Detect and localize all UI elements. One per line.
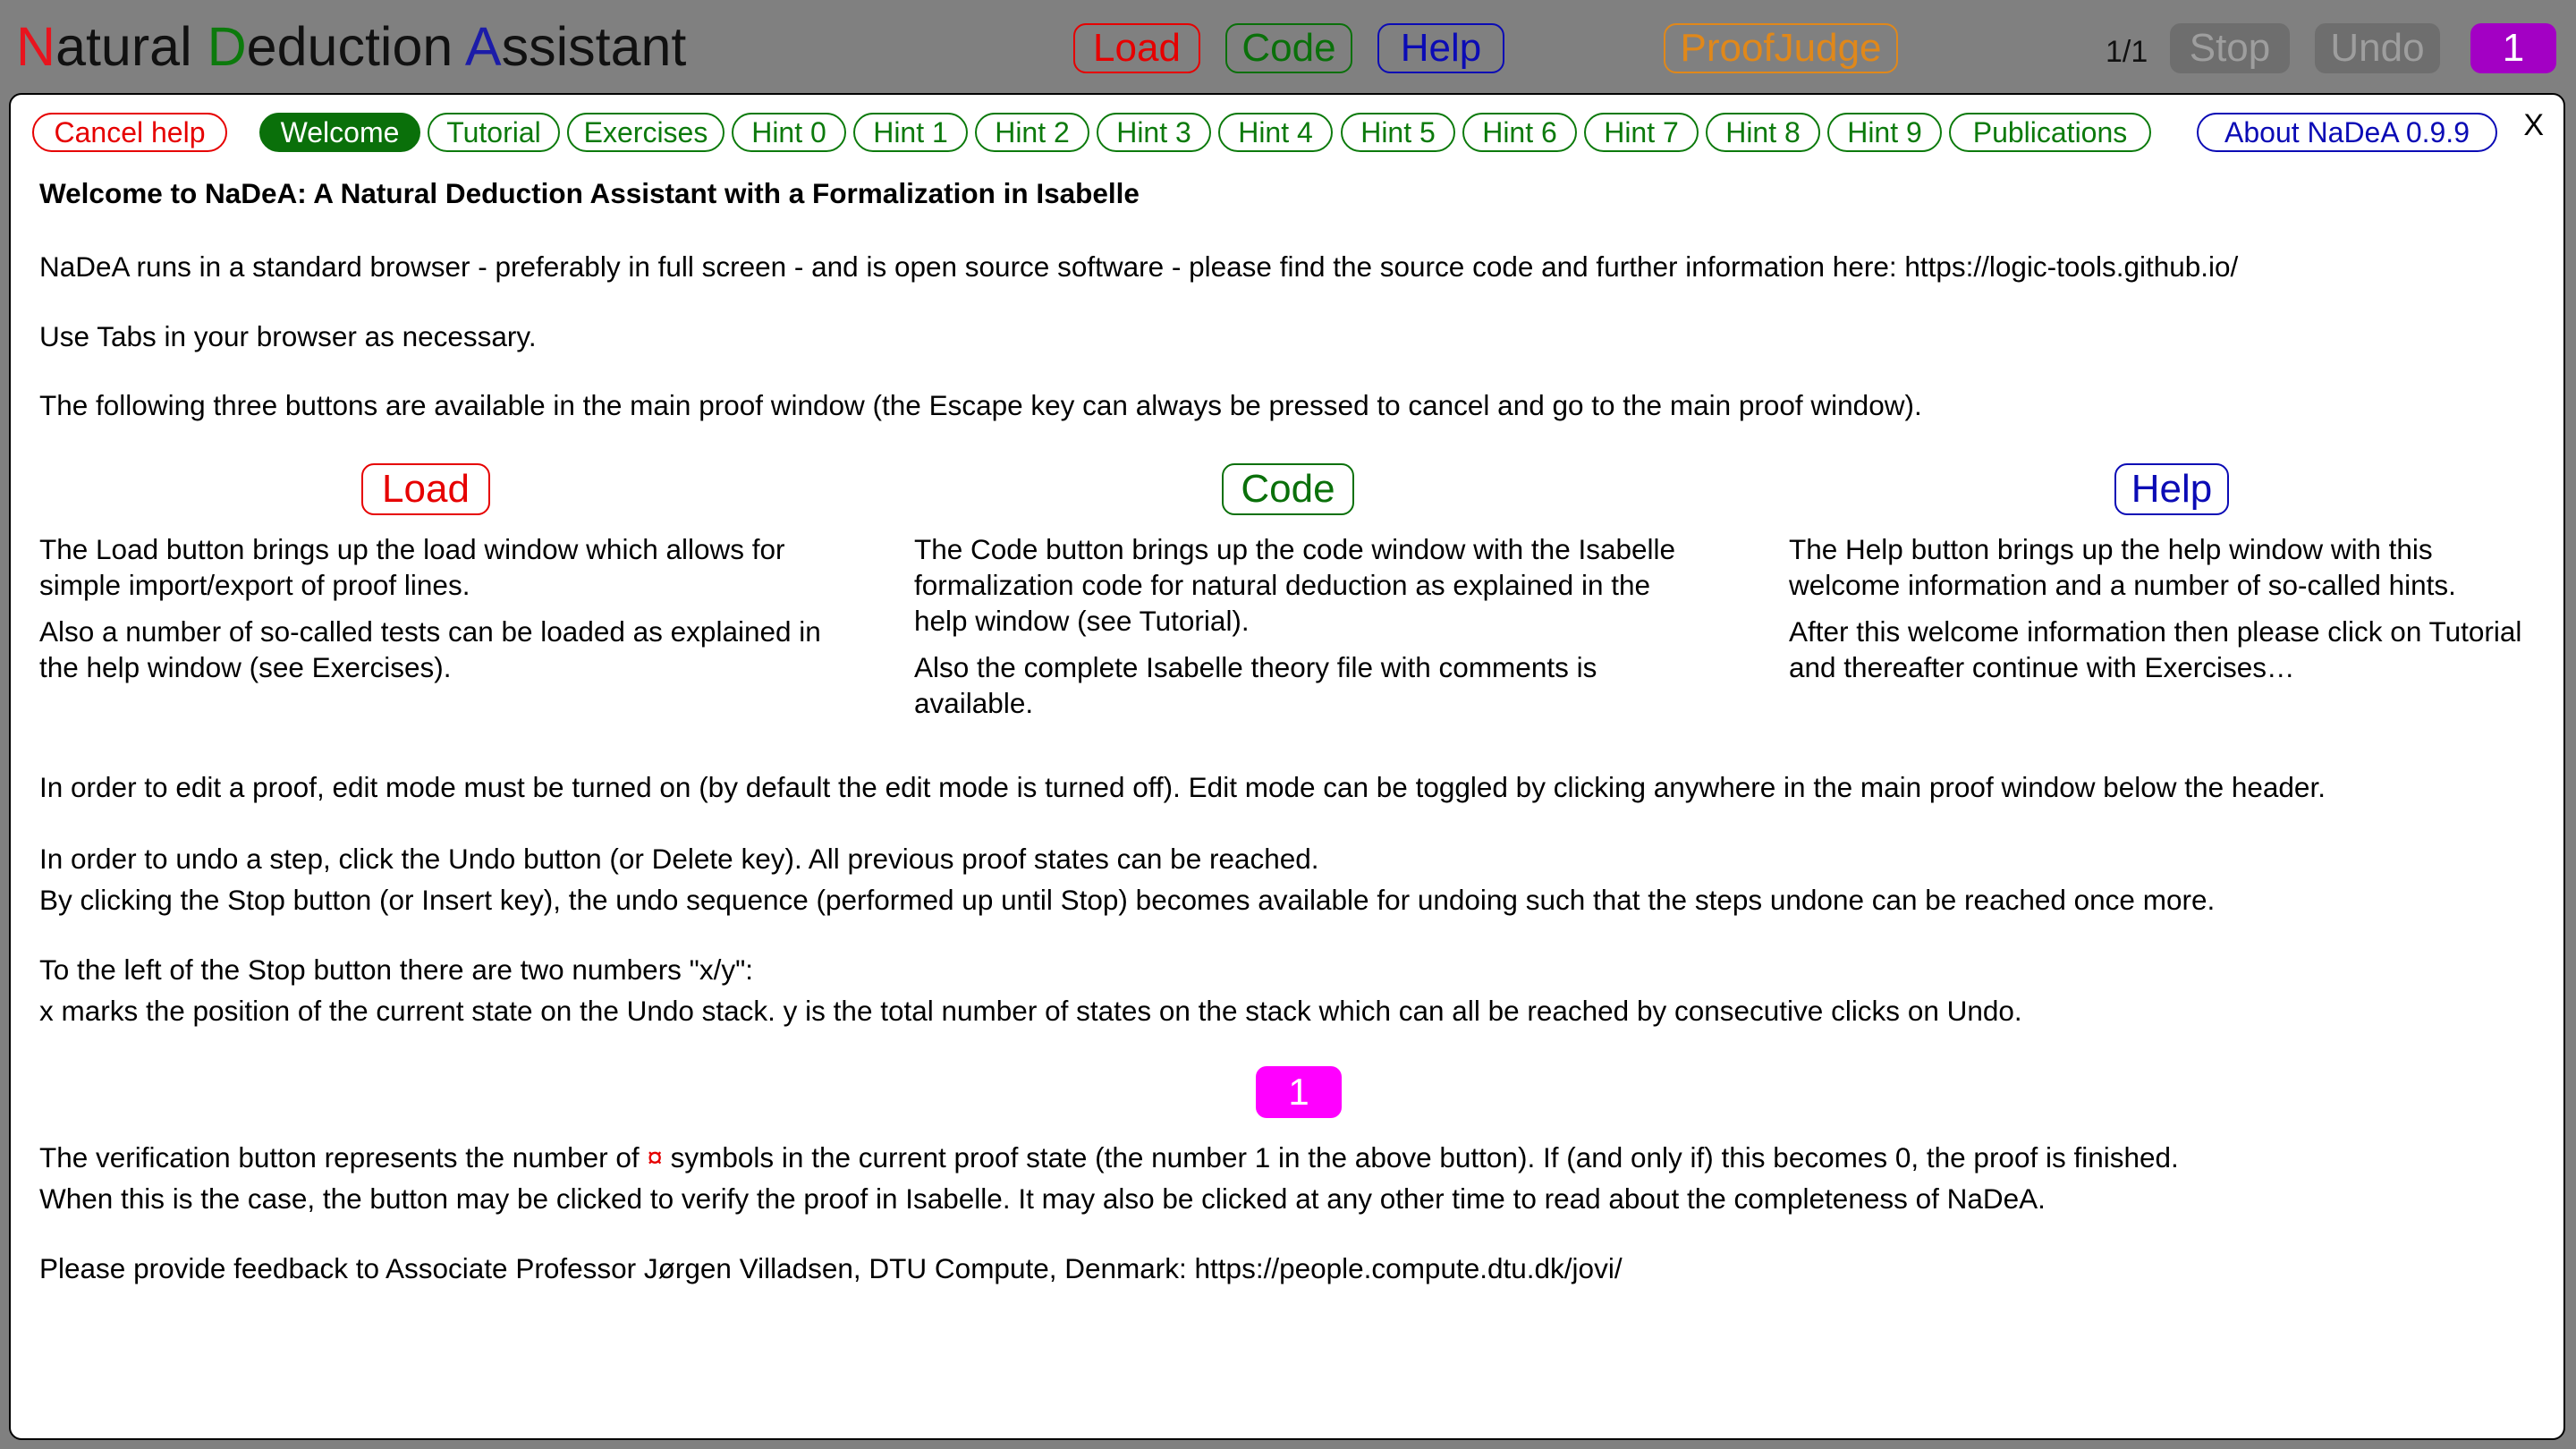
help-button[interactable]: Help (1377, 23, 1504, 73)
undo-text-2: By clicking the Stop button (or Insert k… (39, 884, 2216, 916)
help-description-p1: The Help button brings up the help windo… (1789, 533, 2456, 601)
load-button[interactable]: Load (1073, 23, 1200, 73)
close-help-button[interactable]: X (2523, 107, 2544, 143)
verify-text-2: When this is the case, the button may be… (39, 1182, 2046, 1215)
verify-text-1b: symbols in the current proof state (the … (662, 1141, 2179, 1174)
stop-button[interactable]: Stop (2170, 23, 2290, 73)
tabs-note-text: Use Tabs in your browser as necessary. (39, 320, 537, 352)
xy-text-1: To the left of the Stop button there are… (39, 953, 754, 986)
welcome-load-button[interactable]: Load (361, 463, 490, 515)
welcome-code-button[interactable]: Code (1222, 463, 1354, 515)
tab-hint-6[interactable]: Hint 6 (1462, 113, 1577, 152)
tab-cancel-help[interactable]: Cancel help (32, 113, 227, 152)
welcome-heading: Welcome to NaDeA: A Natural Deduction As… (39, 177, 1140, 209)
code-description-p1: The Code button brings up the code windo… (914, 533, 1676, 637)
verify-text-1a: The verification button represents the n… (39, 1141, 648, 1174)
help-panel: Cancel help Welcome Tutorial Exercises H… (9, 93, 2565, 1440)
load-description: The Load button brings up the load windo… (39, 531, 826, 696)
app-title: Natural Deduction Assistant (16, 13, 686, 80)
code-description-p2: Also the complete Isabelle theory file w… (914, 651, 1597, 719)
app-window: Natural Deduction Assistant Load Code He… (0, 0, 2576, 1449)
title-letter-d: D (207, 16, 247, 77)
title-word-atural: atural (55, 16, 208, 77)
load-description-p2: Also a number of so-called tests can be … (39, 615, 821, 683)
tab-hint-7[interactable]: Hint 7 (1584, 113, 1699, 152)
tab-publications[interactable]: Publications (1949, 113, 2151, 152)
feedback-text: Please provide feedback to Associate Pro… (39, 1252, 1623, 1284)
help-tab-bar: Cancel help Welcome Tutorial Exercises H… (11, 95, 2563, 166)
currency-symbol: ¤ (647, 1141, 663, 1174)
load-description-p1: The Load button brings up the load windo… (39, 533, 785, 601)
tab-welcome[interactable]: Welcome (259, 113, 420, 152)
xy-text-2: x marks the position of the current stat… (39, 995, 2022, 1027)
title-letter-n: N (16, 16, 56, 77)
welcome-verify-button[interactable]: 1 (1256, 1066, 1342, 1118)
buttons-intro-text: The following three buttons are availabl… (39, 389, 1922, 421)
help-description: The Help button brings up the help windo… (1789, 531, 2531, 696)
verify-button[interactable]: 1 (2470, 23, 2556, 73)
undo-state-counter: 1/1 (2106, 35, 2148, 69)
tab-hint-3[interactable]: Hint 3 (1097, 113, 1211, 152)
title-word-ssistant: ssistant (501, 16, 687, 77)
code-button[interactable]: Code (1225, 23, 1352, 73)
tab-hint-8[interactable]: Hint 8 (1706, 113, 1820, 152)
tab-hint-0[interactable]: Hint 0 (732, 113, 846, 152)
edit-mode-text: In order to edit a proof, edit mode must… (39, 771, 2326, 803)
tab-hint-9[interactable]: Hint 9 (1827, 113, 1942, 152)
tab-hint-2[interactable]: Hint 2 (975, 113, 1089, 152)
welcome-help-button[interactable]: Help (2114, 463, 2229, 515)
tab-about[interactable]: About NaDeA 0.9.9 (2197, 113, 2497, 152)
title-letter-a: A (464, 16, 502, 77)
tab-tutorial[interactable]: Tutorial (428, 113, 560, 152)
tab-hint-4[interactable]: Hint 4 (1218, 113, 1333, 152)
undo-text-1: In order to undo a step, click the Undo … (39, 843, 1319, 875)
proofjudge-button[interactable]: ProofJudge (1664, 23, 1898, 73)
tab-hint-1[interactable]: Hint 1 (853, 113, 968, 152)
intro-text: NaDeA runs in a standard browser - prefe… (39, 250, 2239, 283)
header: Natural Deduction Assistant Load Code He… (0, 0, 2576, 93)
title-word-eduction: eduction (246, 16, 465, 77)
help-description-p2: After this welcome information then plea… (1789, 615, 2522, 683)
tab-hint-5[interactable]: Hint 5 (1341, 113, 1455, 152)
undo-button[interactable]: Undo (2315, 23, 2440, 73)
tab-exercises[interactable]: Exercises (567, 113, 724, 152)
code-description: The Code button brings up the code windo… (914, 531, 1701, 732)
verify-text-1: The verification button represents the n… (39, 1138, 2179, 1177)
